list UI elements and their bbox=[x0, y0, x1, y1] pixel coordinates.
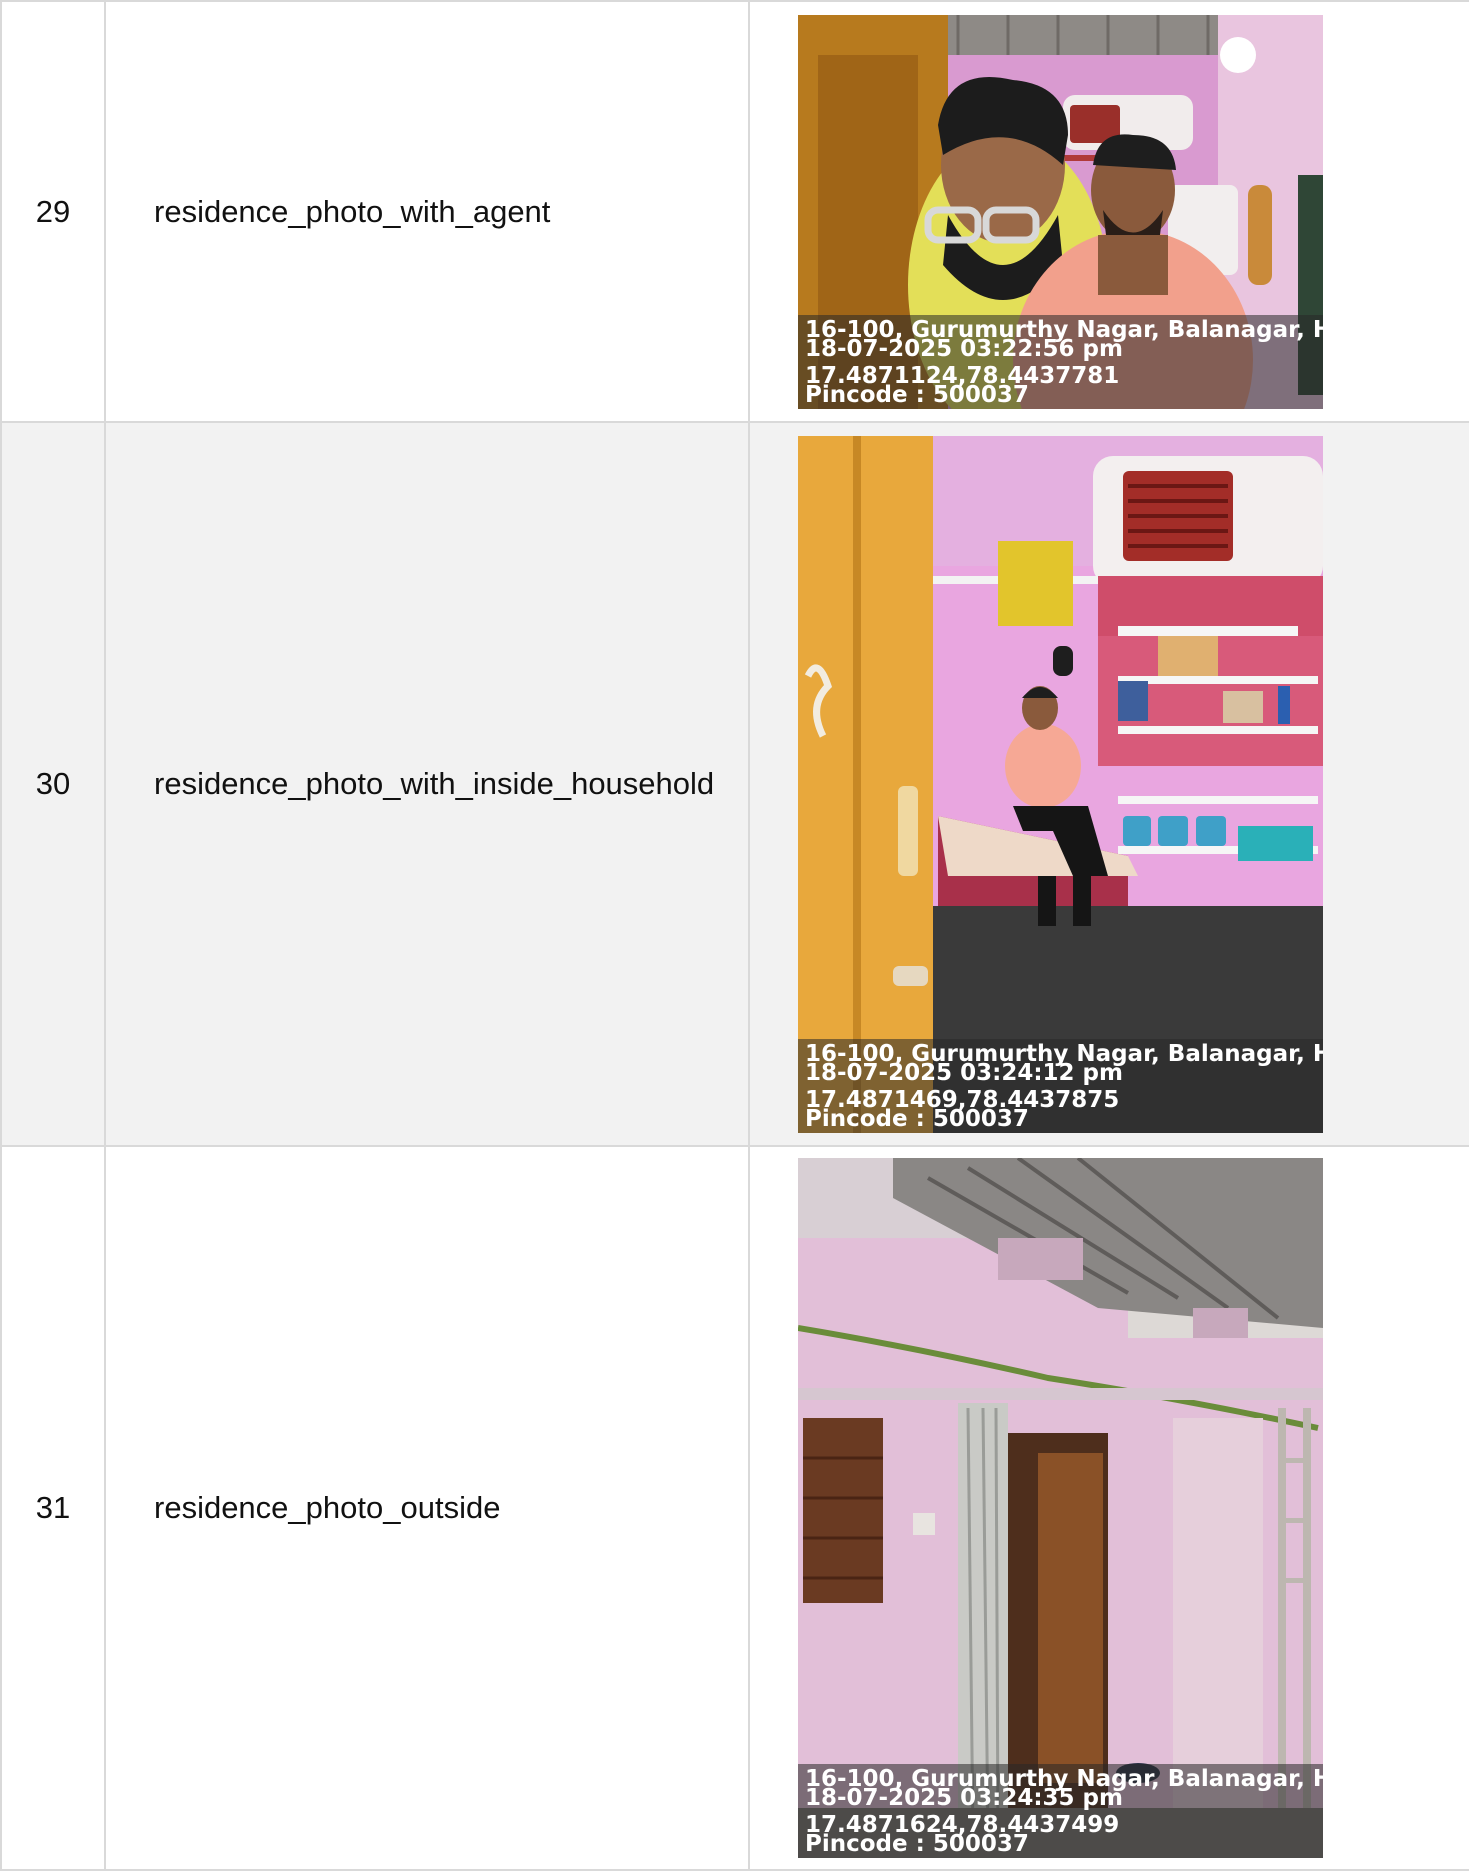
field-name: residence_photo_with_agent bbox=[104, 0, 750, 423]
photo-geotag-overlay: 16-100, Gurumurthy Nagar, Balanagar, Hyd… bbox=[798, 314, 1323, 409]
row-number: 31 bbox=[0, 1145, 106, 1871]
residence-photo-with-agent[interactable]: 16-100, Gurumurthy Nagar, Balanagar, Hyd… bbox=[798, 14, 1323, 409]
table-row: 29 residence_photo_with_agent 16-100, Gu… bbox=[0, 0, 1469, 423]
field-name: residence_photo_with_inside_household bbox=[104, 421, 750, 1147]
table-row: 31 residence_photo_outside 16-100, Gurum… bbox=[0, 1145, 1469, 1871]
photo-image bbox=[798, 1158, 1323, 1858]
residence-photo-outside[interactable]: 16-100, Gurumurthy Nagar, Balanagar, Hyd… bbox=[798, 1158, 1323, 1858]
residence-photo-with-inside-household[interactable]: 16-100, Gurumurthy Nagar, Balanagar, Hyd… bbox=[798, 435, 1323, 1133]
photo-geotag-overlay: 16-100, Gurumurthy Nagar, Balanagar, Hyd… bbox=[798, 1764, 1323, 1858]
row-number: 30 bbox=[0, 421, 106, 1147]
row-number: 29 bbox=[0, 0, 106, 423]
photo-cell: 16-100, Gurumurthy Nagar, Balanagar, Hyd… bbox=[748, 421, 1469, 1147]
photo-image bbox=[798, 435, 1323, 1133]
field-name: residence_photo_outside bbox=[104, 1145, 750, 1871]
table-row: 30 residence_photo_with_inside_household bbox=[0, 421, 1469, 1147]
photo-report-table: 29 residence_photo_with_agent 16-100, Gu… bbox=[0, 0, 1469, 1871]
photo-cell: 16-100, Gurumurthy Nagar, Balanagar, Hyd… bbox=[748, 0, 1469, 423]
photo-cell: 16-100, Gurumurthy Nagar, Balanagar, Hyd… bbox=[748, 1145, 1469, 1871]
photo-geotag-overlay: 16-100, Gurumurthy Nagar, Balanagar, Hyd… bbox=[798, 1038, 1323, 1133]
